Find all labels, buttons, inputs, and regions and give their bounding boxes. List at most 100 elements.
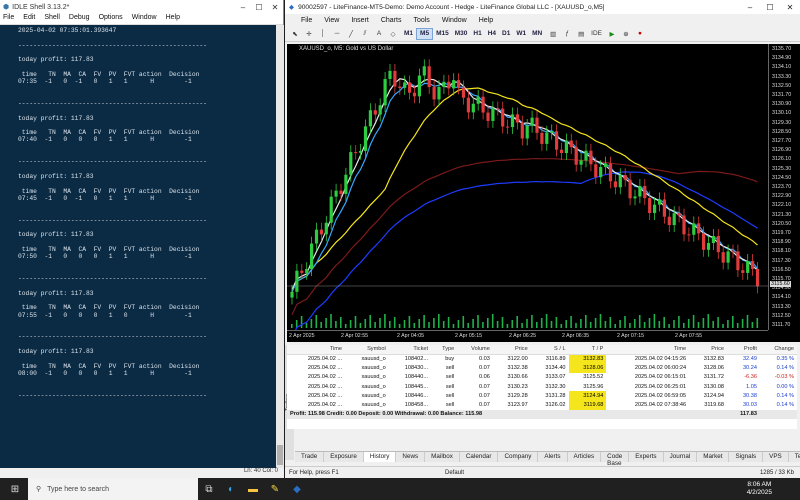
table-row[interactable]: 2025.04.02 ... xauusd_o 108430... sell 0.07 3…: [287, 363, 797, 373]
column-header[interactable]: Time: [606, 345, 690, 355]
tab-trade[interactable]: Trade: [295, 452, 325, 462]
column-header[interactable]: Change: [759, 345, 797, 355]
time-tick-label: 2 Apr 07:15: [617, 333, 645, 339]
horizontal-line-icon[interactable]: ─: [331, 28, 343, 40]
idle-menu-debug[interactable]: Debug: [69, 14, 90, 24]
chart-type-icon[interactable]: ▥: [547, 28, 559, 40]
mt5-taskbar-icon[interactable]: ◆: [286, 478, 308, 500]
column-header[interactable]: Price: [689, 345, 728, 355]
candle-body: [569, 140, 573, 148]
column-header[interactable]: Price: [492, 345, 531, 355]
timeframe-m15[interactable]: M15: [433, 28, 452, 40]
tab-exposure[interactable]: Exposure: [324, 452, 364, 462]
timeframe-h1[interactable]: H1: [470, 28, 484, 40]
shapes-icon[interactable]: ◇: [387, 28, 399, 40]
tab-company[interactable]: Company: [498, 452, 539, 462]
idle-scrollbar[interactable]: [276, 25, 284, 468]
tab-market[interactable]: Market: [697, 452, 730, 462]
chart-canvas[interactable]: [287, 44, 768, 330]
table-row[interactable]: 2025.04.02 ... xauusd_o 108446... sell 0.07 3…: [287, 391, 797, 401]
price-tick-label: 3135.70: [772, 46, 792, 52]
mt5-menu-help[interactable]: Help: [479, 17, 493, 24]
close-button[interactable]: ✕: [267, 3, 283, 12]
idle-menu-options[interactable]: Options: [99, 14, 123, 24]
column-header[interactable]: Time: [287, 345, 346, 355]
scrollbar-thumb[interactable]: [277, 445, 283, 465]
column-header[interactable]: Symbol: [345, 345, 389, 355]
column-header[interactable]: Volume: [457, 345, 493, 355]
tab-calendar[interactable]: Calendar: [460, 452, 499, 462]
table-row[interactable]: 2025.04.02 ... xauusd_o 108445... sell 0.07 3…: [287, 382, 797, 391]
mt5-menu-insert[interactable]: Insert: [351, 17, 369, 24]
task-view-icon[interactable]: ⧉: [198, 478, 220, 500]
taskbar-search[interactable]: ⚲ Type here to search: [28, 478, 198, 500]
text-icon[interactable]: A: [373, 28, 385, 40]
tab-mailbox[interactable]: Mailbox: [425, 452, 460, 462]
timeframe-h4[interactable]: H4: [485, 28, 499, 40]
edge-icon[interactable]: ◐: [220, 478, 242, 500]
tab-alerts[interactable]: Alerts: [538, 452, 568, 462]
timeframe-m5[interactable]: M5: [416, 27, 434, 40]
minimize-button[interactable]: –: [235, 3, 251, 12]
notification-icon[interactable]: ●: [634, 28, 646, 40]
ide-icon[interactable]: IDE: [589, 28, 604, 40]
channel-icon[interactable]: ⫽: [359, 28, 371, 40]
tab-tester[interactable]: Tester: [789, 452, 800, 462]
column-header[interactable]: S / L: [530, 345, 569, 355]
file-explorer-icon[interactable]: ▬: [242, 478, 264, 500]
volume-bar: [398, 324, 401, 328]
current-price-label: 3115.60: [770, 281, 791, 287]
table-row[interactable]: 2025.04.02 ... xauusd_o 108440... sell 0.06 3…: [287, 373, 797, 382]
candle-body: [300, 270, 304, 273]
timeframe-d1[interactable]: D1: [499, 28, 513, 40]
cursor-icon[interactable]: ⬉: [289, 28, 301, 40]
vertical-line-icon[interactable]: │: [317, 28, 329, 40]
tab-experts[interactable]: Experts: [629, 452, 664, 462]
minimize-button[interactable]: –: [740, 3, 760, 12]
column-header[interactable]: T / P: [568, 345, 607, 355]
mt5-menu-window[interactable]: Window: [442, 17, 467, 24]
tab-signals[interactable]: Signals: [729, 452, 764, 462]
timeframe-mn[interactable]: MN: [529, 28, 545, 40]
indicators-icon[interactable]: ƒ: [561, 28, 573, 40]
close-button[interactable]: ✕: [780, 3, 800, 12]
tab-articles[interactable]: Articles: [568, 452, 602, 462]
tab-news[interactable]: News: [396, 452, 426, 462]
mt5-menu-view[interactable]: View: [324, 17, 339, 24]
timeframe-w1[interactable]: W1: [513, 28, 529, 40]
timeframe-m30[interactable]: M30: [452, 28, 471, 40]
idle-menu-help[interactable]: Help: [166, 14, 180, 24]
volume-bar: [751, 322, 754, 328]
column-header[interactable]: Profit: [727, 345, 760, 355]
tab-vps[interactable]: VPS: [763, 452, 789, 462]
idle-menu-file[interactable]: File: [3, 14, 14, 24]
maximize-button[interactable]: ☐: [251, 3, 267, 12]
mt5-menu-tools[interactable]: Tools: [413, 17, 429, 24]
crosshair-icon[interactable]: ✛: [303, 28, 315, 40]
idle-menu-edit[interactable]: Edit: [23, 14, 35, 24]
templates-icon[interactable]: ▤: [575, 28, 587, 40]
idle-menu-shell[interactable]: Shell: [44, 14, 60, 24]
tab-journal[interactable]: Journal: [664, 452, 698, 462]
column-header[interactable]: Type: [431, 345, 458, 355]
idle-shell-output[interactable]: 2025-04-02 07:35:01.393647 --------------…: [0, 25, 276, 468]
algo-trading-icon[interactable]: ▶: [606, 28, 618, 40]
price-chart[interactable]: XAUUSD_o, M5: Gold vs US Dollar 3135.70 3…: [287, 44, 800, 342]
timeframe-m1[interactable]: M1: [401, 28, 416, 40]
table-row[interactable]: 2025.04.02 ... xauusd_o 108458... sell 0.07 3…: [287, 400, 797, 410]
idle-taskbar-icon[interactable]: ✎: [264, 478, 286, 500]
table-cell: 3133.07: [545, 374, 566, 381]
new-order-icon[interactable]: ⊕: [620, 28, 632, 40]
system-clock[interactable]: 8:06 AM 4/2/2025: [747, 481, 800, 497]
tab-history[interactable]: History: [363, 452, 397, 462]
volume-bar: [506, 324, 509, 328]
table-row[interactable]: 2025.04.02 ... xauusd_o 108402... buy 0.03 31…: [287, 354, 797, 364]
tab-code-base[interactable]: Code Base: [601, 452, 630, 467]
maximize-button[interactable]: ☐: [760, 3, 780, 12]
mt5-menu-charts[interactable]: Charts: [381, 17, 402, 24]
idle-menu-window[interactable]: Window: [132, 14, 157, 24]
column-header[interactable]: Ticket: [388, 345, 432, 355]
mt5-menu-file[interactable]: File: [301, 17, 312, 24]
start-icon[interactable]: ⊞: [4, 478, 26, 500]
trendline-icon[interactable]: ╱: [345, 28, 357, 40]
